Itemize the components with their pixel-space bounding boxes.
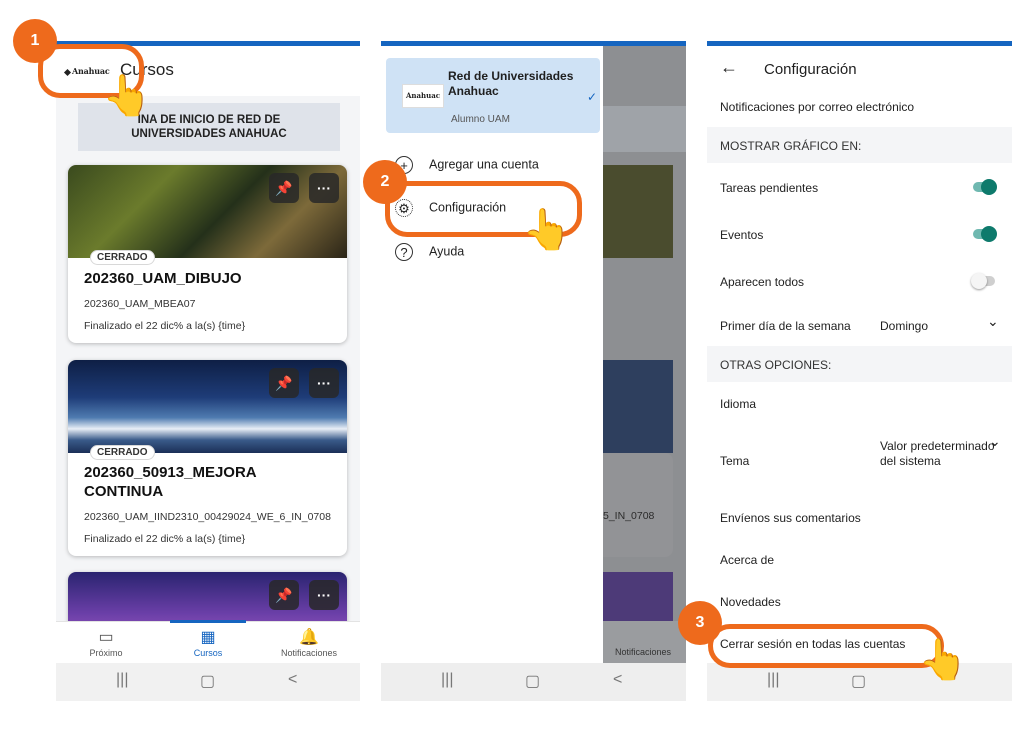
tap-hand-icon: 👆	[102, 74, 152, 118]
help-icon: ?	[395, 243, 413, 261]
bell-icon: 🔔	[299, 629, 319, 646]
tab-label: Cursos	[193, 648, 223, 658]
system-navigation: ||| ▢ <	[381, 663, 686, 701]
setting-label: Eventos	[720, 228, 764, 242]
home-icon[interactable]: ▢	[851, 671, 866, 691]
status-bar	[707, 41, 1012, 46]
courses-screen: Anahuac Cursos INA DE INICIO DE RED DE U…	[56, 41, 360, 701]
course-finished: Finalizado el 22 dic% a la(s) {time}	[84, 533, 246, 545]
course-card[interactable]: 📌 ··· CERRADO 202360_50913_MEJORA CONTIN…	[68, 360, 347, 556]
theme-select[interactable]: Valor predeterminado del sistema	[880, 439, 995, 469]
course-code: 202360_UAM_IIND2310_00429024_WE_6_IN_070…	[84, 511, 331, 523]
section-header: MOSTRAR GRÁFICO EN:	[707, 127, 1012, 163]
account-name: Red de Universidades Anahuac	[448, 69, 574, 98]
navigation-drawer: Anahuac Red de Universidades Anahuac Alu…	[381, 46, 603, 663]
pin-icon[interactable]: 📌	[269, 173, 299, 203]
tap-hand-icon: 👆	[522, 208, 572, 252]
course-title: 202360_UAM_DIBUJO	[84, 270, 242, 287]
calendar-icon: ▭	[98, 629, 114, 646]
news-item[interactable]: Novedades	[720, 595, 781, 609]
more-options-icon[interactable]: ···	[309, 580, 339, 610]
recent-apps-icon[interactable]: |||	[767, 671, 779, 689]
university-logo: Anahuac	[402, 84, 444, 108]
back-icon[interactable]: <	[613, 671, 622, 689]
menu-label: Ayuda	[429, 244, 465, 259]
aparecen-todos-toggle[interactable]	[971, 273, 995, 289]
recent-apps-icon[interactable]: |||	[116, 671, 128, 689]
course-image	[68, 360, 347, 453]
dimmed-nav-label: Notificaciones	[614, 647, 672, 657]
tab-notificaciones[interactable]: 🔔 Notificaciones	[269, 628, 349, 658]
course-title: 202360_50913_MEJORA CONTINUA	[84, 464, 257, 500]
dimmed-course-code: 5_IN_0708	[603, 510, 655, 522]
system-navigation: ||| ▢ <	[56, 663, 360, 701]
more-options-icon[interactable]: ···	[309, 173, 339, 203]
feedback-item[interactable]: Envíenos sus comentarios	[720, 511, 861, 525]
dimmed-card-image	[603, 360, 673, 453]
page-title: Configuración	[764, 61, 857, 78]
step-badge: 1	[13, 19, 57, 63]
dimmed-banner	[603, 106, 686, 152]
bottom-navigation: ▭ Próximo ▦ Cursos 🔔 Notificaciones	[56, 620, 360, 664]
setting-label: Aparecen todos	[720, 275, 805, 289]
tap-hand-icon: 👆	[918, 638, 968, 682]
first-day-select[interactable]: Domingo	[880, 319, 928, 333]
check-icon: ✓	[587, 90, 598, 104]
active-tab-indicator	[170, 620, 246, 623]
step-badge: 3	[678, 601, 722, 645]
course-image	[68, 165, 347, 258]
settings-screen: ← Configuración Notificaciones por corre…	[707, 41, 1012, 701]
grid-icon: ▦	[200, 629, 216, 646]
menu-help[interactable]: ? Ayuda	[395, 243, 464, 261]
dimmed-card-image	[603, 165, 673, 258]
home-icon[interactable]: ▢	[200, 671, 215, 691]
home-icon[interactable]: ▢	[525, 671, 540, 691]
dimmed-card-body: 5_IN_0708	[603, 453, 673, 557]
dimmed-bottom-nav: Notificaciones	[603, 621, 686, 663]
menu-label: Agregar una cuenta	[429, 157, 539, 172]
tab-label: Próximo	[89, 648, 123, 658]
section-header: OTRAS OPCIONES:	[707, 346, 1012, 382]
status-badge: CERRADO	[90, 250, 155, 265]
course-code: 202360_UAM_MBEA07	[84, 298, 196, 310]
status-badge: CERRADO	[90, 445, 155, 460]
chevron-down-icon[interactable]: ⌄	[989, 433, 1001, 450]
email-notifications-item[interactable]: Notificaciones por correo electrónico	[720, 100, 914, 114]
highlight-ring	[708, 624, 944, 668]
back-arrow-icon[interactable]: ←	[720, 57, 738, 78]
setting-label: Primer día de la semana	[720, 319, 851, 333]
step-badge: 2	[363, 160, 407, 204]
menu-add-account[interactable]: + Agregar una cuenta	[395, 156, 539, 174]
about-item[interactable]: Acerca de	[720, 553, 774, 567]
banner-text: INA DE INICIO DE RED DE UNIVERSIDADES AN…	[131, 114, 287, 140]
tab-proximo[interactable]: ▭ Próximo	[66, 628, 146, 658]
recent-apps-icon[interactable]: |||	[441, 671, 453, 689]
eventos-toggle[interactable]	[973, 226, 997, 242]
course-card[interactable]: 📌 ··· CERRADO 202360_UAM_DIBUJO 202360_U…	[68, 165, 347, 343]
tab-label: Notificaciones	[280, 648, 338, 658]
pin-icon[interactable]: 📌	[269, 580, 299, 610]
account-user: Alumno UAM	[451, 114, 510, 125]
setting-label: Tema	[720, 454, 750, 468]
account-item[interactable]: Anahuac Red de Universidades Anahuac Alu…	[386, 58, 600, 133]
drawer-screen: 5_IN_0708 Notificaciones Anahuac Red de …	[381, 41, 686, 701]
setting-label: Tareas pendientes	[720, 181, 819, 195]
section-title: OTRAS OPCIONES:	[720, 358, 832, 372]
back-icon[interactable]: <	[288, 671, 297, 689]
tab-cursos[interactable]: ▦ Cursos	[168, 628, 248, 658]
section-title: MOSTRAR GRÁFICO EN:	[720, 139, 862, 153]
more-options-icon[interactable]: ···	[309, 368, 339, 398]
pin-icon[interactable]: 📌	[269, 368, 299, 398]
chevron-down-icon[interactable]: ⌄	[987, 313, 999, 330]
tareas-toggle[interactable]	[973, 179, 997, 195]
language-item[interactable]: Idioma	[720, 397, 756, 411]
course-finished: Finalizado el 22 dic% a la(s) {time}	[84, 320, 246, 332]
